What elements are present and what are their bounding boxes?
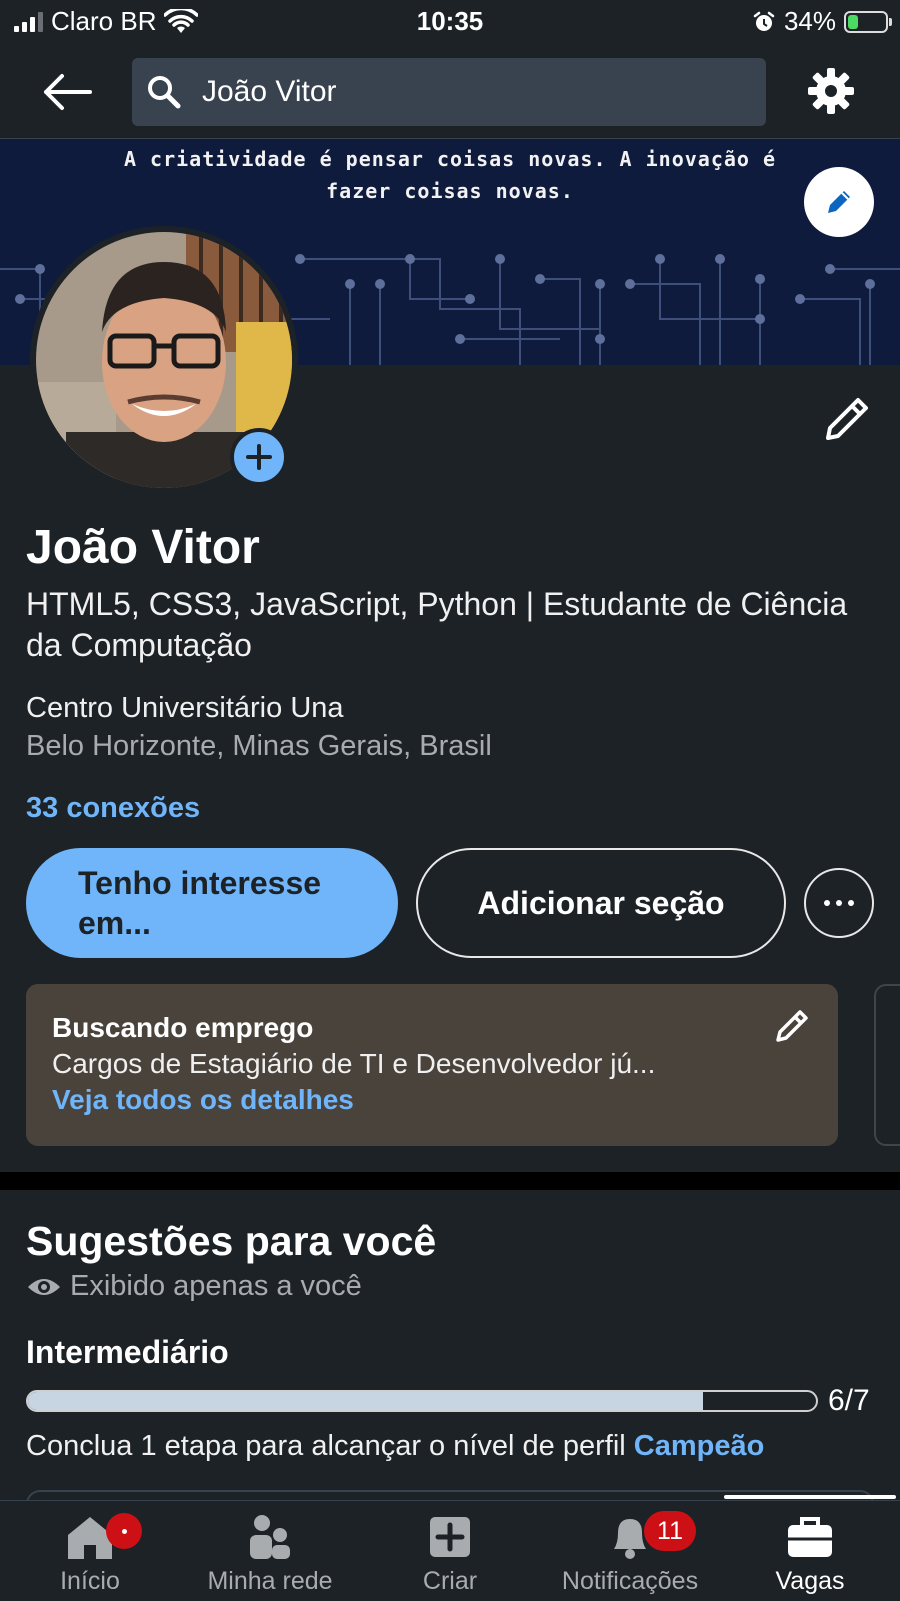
pencil-icon — [826, 398, 868, 440]
battery-level-fill — [848, 14, 858, 29]
back-button[interactable] — [40, 68, 96, 116]
profile-progress-bar — [26, 1390, 818, 1412]
visibility-note: Exibido apenas a você — [26, 1270, 362, 1303]
status-right: 34% — [752, 6, 892, 37]
active-tab-indicator — [724, 1495, 896, 1499]
status-bar: Claro BR 10:35 34% — [0, 0, 900, 46]
search-icon — [148, 76, 181, 109]
progress-count: 6/7 — [828, 1384, 870, 1417]
nav-create-label: Criar — [422, 1567, 478, 1595]
suggestions-title: Sugestões para você — [26, 1218, 437, 1264]
progress-fill — [28, 1392, 704, 1410]
progress-note-text: Conclua 1 etapa para alcançar o nível de… — [26, 1430, 626, 1462]
plus-icon — [246, 444, 272, 470]
profile-name: João Vitor — [26, 521, 260, 574]
arrow-left-icon — [44, 74, 92, 110]
ellipsis-icon — [824, 900, 830, 906]
battery-percent: 34% — [783, 6, 836, 36]
nav-network[interactable]: Minha rede — [180, 1501, 360, 1601]
gear-icon — [808, 68, 854, 114]
pencil-icon — [776, 1010, 808, 1042]
see-all-details-link[interactable]: Veja todos os detalhes — [52, 1084, 354, 1116]
add-photo-button[interactable] — [230, 428, 288, 486]
visibility-text: Exibido apenas a você — [70, 1270, 362, 1302]
next-card-peek[interactable] — [874, 984, 900, 1146]
edit-profile-button[interactable] — [820, 392, 874, 446]
champion-level-link[interactable]: Campeão — [634, 1430, 765, 1462]
nav-home[interactable]: Início — [0, 1501, 180, 1601]
settings-button[interactable] — [806, 66, 856, 116]
nav-jobs-label: Vagas — [775, 1567, 845, 1595]
nav-home-label: Início — [60, 1567, 120, 1595]
notifications-badge: 11 — [644, 1511, 696, 1551]
nav-network-label: Minha rede — [207, 1567, 333, 1595]
open-to-work-card[interactable]: Buscando emprego Cargos de Estagiário de… — [26, 984, 838, 1146]
nav-notifications[interactable]: Notificações — [540, 1501, 720, 1601]
nav-jobs[interactable]: Vagas — [720, 1501, 900, 1601]
connections-link[interactable]: 33 conexões — [26, 792, 200, 825]
search-bar[interactable] — [132, 58, 766, 126]
nav-create[interactable]: Criar — [360, 1501, 540, 1601]
progress-note: Conclua 1 etapa para alcançar o nível de… — [26, 1430, 764, 1463]
card-description: Cargos de Estagiário de TI e Desenvolved… — [52, 1048, 656, 1079]
card-title: Buscando emprego — [52, 1012, 314, 1043]
profile-location: Belo Horizonte, Minas Gerais, Brasil — [26, 730, 492, 762]
create-plus-icon — [430, 1517, 470, 1557]
briefcase-icon — [788, 1517, 832, 1557]
search-input[interactable] — [200, 74, 744, 110]
bottom-navigation: Início Minha rede Criar Notificações 11 — [0, 1495, 900, 1601]
edit-open-to-work-button[interactable] — [770, 1004, 814, 1048]
banner-quote: A criatividade é pensar coisas novas. A … — [123, 147, 777, 203]
top-bar — [0, 46, 900, 139]
more-options-button[interactable] — [804, 868, 874, 938]
open-to-button[interactable]: Tenho interesse em... — [26, 848, 398, 958]
battery-charging-icon — [844, 10, 892, 33]
edit-banner-button[interactable] — [804, 167, 874, 237]
profile-headline: HTML5, CSS3, JavaScript, Python | Estuda… — [26, 586, 848, 663]
profile-level: Intermediário — [26, 1334, 229, 1370]
section-divider — [0, 1172, 900, 1190]
home-notification-dot — [106, 1513, 142, 1549]
eye-icon — [28, 1278, 60, 1295]
add-section-button[interactable]: Adicionar seção — [416, 848, 786, 958]
nav-notifications-label: Notificações — [561, 1567, 699, 1595]
profile-school: Centro Universitário Una — [26, 692, 344, 724]
alarm-icon — [753, 11, 775, 31]
network-icon — [250, 1515, 290, 1559]
pencil-icon — [828, 191, 850, 213]
